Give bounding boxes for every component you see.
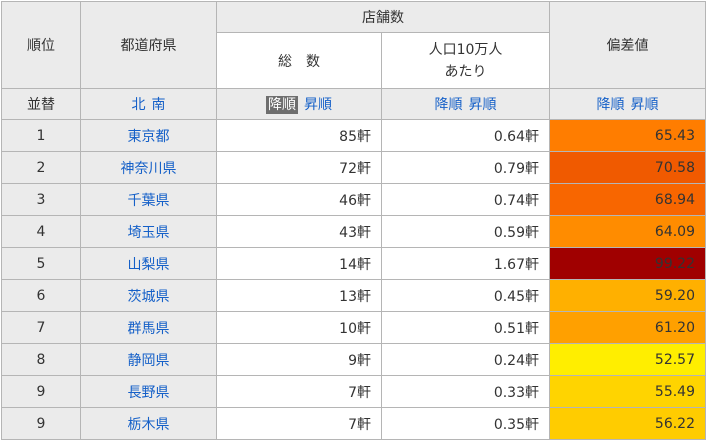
total-cell: 46軒: [216, 183, 382, 216]
per100k-cell: 0.45軒: [381, 279, 550, 312]
prefecture-cell: 山梨県: [80, 247, 217, 280]
total-cell: 7軒: [216, 407, 382, 440]
total-sort-cell: 降順 昇順: [216, 88, 382, 120]
total-cell: 85軒: [216, 119, 382, 152]
table-row: 9 長野県 7軒 0.33軒 55.49: [1, 375, 706, 408]
rank-cell: 2: [1, 151, 81, 184]
deviation-cell: 65.43: [549, 119, 706, 152]
prefecture-cell: 神奈川県: [80, 151, 217, 184]
per100k-cell: 0.24軒: [381, 343, 550, 376]
prefecture-cell: 群馬県: [80, 311, 217, 344]
deviation-cell: 68.94: [549, 183, 706, 216]
prefecture-cell: 茨城県: [80, 279, 217, 312]
rank-cell: 8: [1, 343, 81, 376]
prefecture-link[interactable]: 長野県: [128, 385, 170, 401]
deviation-cell: 70.58: [549, 151, 706, 184]
per100k-line1: 人口10万人: [428, 41, 503, 58]
rank-cell: 9: [1, 407, 81, 440]
prefecture-link[interactable]: 神奈川県: [121, 161, 177, 177]
deviation-header: 偏差値: [549, 1, 706, 89]
dev-sort-cell: 降順 昇順: [549, 88, 706, 120]
total-header: 総 数: [216, 32, 382, 89]
total-cell: 13軒: [216, 279, 382, 312]
sort-north-link[interactable]: 北: [132, 97, 146, 113]
dev-sort-asc-link[interactable]: 昇順: [631, 97, 659, 113]
rank-cell: 6: [1, 279, 81, 312]
rank-cell: 7: [1, 311, 81, 344]
per100k-cell: 1.67軒: [381, 247, 550, 280]
per100k-cell: 0.51軒: [381, 311, 550, 344]
per100k-line2: あたり: [444, 63, 487, 80]
total-sort-asc-link[interactable]: 昇順: [304, 97, 332, 113]
deviation-cell: 61.20: [549, 311, 706, 344]
rank-cell: 4: [1, 215, 81, 248]
prefecture-link[interactable]: 茨城県: [128, 289, 170, 305]
prefecture-link[interactable]: 静岡県: [128, 353, 170, 369]
total-cell: 72軒: [216, 151, 382, 184]
dev-sort-desc-link[interactable]: 降順: [597, 97, 625, 113]
prefecture-link[interactable]: 千葉県: [128, 193, 170, 209]
rank-cell: 3: [1, 183, 81, 216]
rank-cell: 1: [1, 119, 81, 152]
total-cell: 43軒: [216, 215, 382, 248]
prefecture-link[interactable]: 群馬県: [128, 321, 170, 337]
prefecture-cell: 東京都: [80, 119, 217, 152]
table-row: 1 東京都 85軒 0.64軒 65.43: [1, 119, 706, 152]
prefecture-link[interactable]: 埼玉県: [128, 225, 170, 241]
prefecture-cell: 千葉県: [80, 183, 217, 216]
table-row: 2 神奈川県 72軒 0.79軒 70.58: [1, 151, 706, 184]
sort-south-link[interactable]: 南: [152, 97, 166, 113]
total-sort-desc-selected[interactable]: 降順: [266, 96, 298, 114]
prefecture-cell: 埼玉県: [80, 215, 217, 248]
reorder-label: 並替: [1, 88, 81, 120]
prefecture-cell: 静岡県: [80, 343, 217, 376]
prefecture-cell: 栃木県: [80, 407, 217, 440]
table-row: 5 山梨県 14軒 1.67軒 99.22: [1, 247, 706, 280]
per-sort-asc-link[interactable]: 昇順: [469, 97, 497, 113]
deviation-cell: 99.22: [549, 247, 706, 280]
per100k-cell: 0.79軒: [381, 151, 550, 184]
rank-header: 順位: [1, 1, 81, 89]
per-sort-cell: 降順 昇順: [381, 88, 550, 120]
per100k-cell: 0.64軒: [381, 119, 550, 152]
total-cell: 9軒: [216, 343, 382, 376]
per100k-cell: 0.59軒: [381, 215, 550, 248]
pref-sort-cell: 北南: [80, 88, 217, 120]
total-cell: 14軒: [216, 247, 382, 280]
per100k-cell: 0.74軒: [381, 183, 550, 216]
deviation-cell: 64.09: [549, 215, 706, 248]
deviation-cell: 59.20: [549, 279, 706, 312]
deviation-cell: 56.22: [549, 407, 706, 440]
table-row: 8 静岡県 9軒 0.24軒 52.57: [1, 343, 706, 376]
per100k-header: 人口10万人 あたり: [381, 32, 550, 89]
prefecture-link[interactable]: 山梨県: [128, 257, 170, 273]
prefecture-header: 都道府県: [80, 1, 217, 89]
per100k-cell: 0.33軒: [381, 375, 550, 408]
rank-cell: 5: [1, 247, 81, 280]
deviation-cell: 55.49: [549, 375, 706, 408]
prefecture-cell: 長野県: [80, 375, 217, 408]
stores-header: 店舗数: [216, 1, 550, 33]
table-row: 9 栃木県 7軒 0.35軒 56.22: [1, 407, 706, 440]
prefecture-link[interactable]: 栃木県: [128, 417, 170, 433]
table-row: 4 埼玉県 43軒 0.59軒 64.09: [1, 215, 706, 248]
deviation-cell: 52.57: [549, 343, 706, 376]
ranking-table: 順位 都道府県 店舗数 偏差値 総 数 人口10万人 あたり 並替 北南 降順昇…: [1, 1, 706, 440]
table-row: 7 群馬県 10軒 0.51軒 61.20: [1, 311, 706, 344]
table-row: 3 千葉県 46軒 0.74軒 68.94: [1, 183, 706, 216]
total-cell: 7軒: [216, 375, 382, 408]
table-row: 6 茨城県 13軒 0.45軒 59.20: [1, 279, 706, 312]
rank-cell: 9: [1, 375, 81, 408]
total-cell: 10軒: [216, 311, 382, 344]
prefecture-link[interactable]: 東京都: [128, 129, 170, 145]
per-sort-desc-link[interactable]: 降順: [435, 97, 463, 113]
per100k-cell: 0.35軒: [381, 407, 550, 440]
